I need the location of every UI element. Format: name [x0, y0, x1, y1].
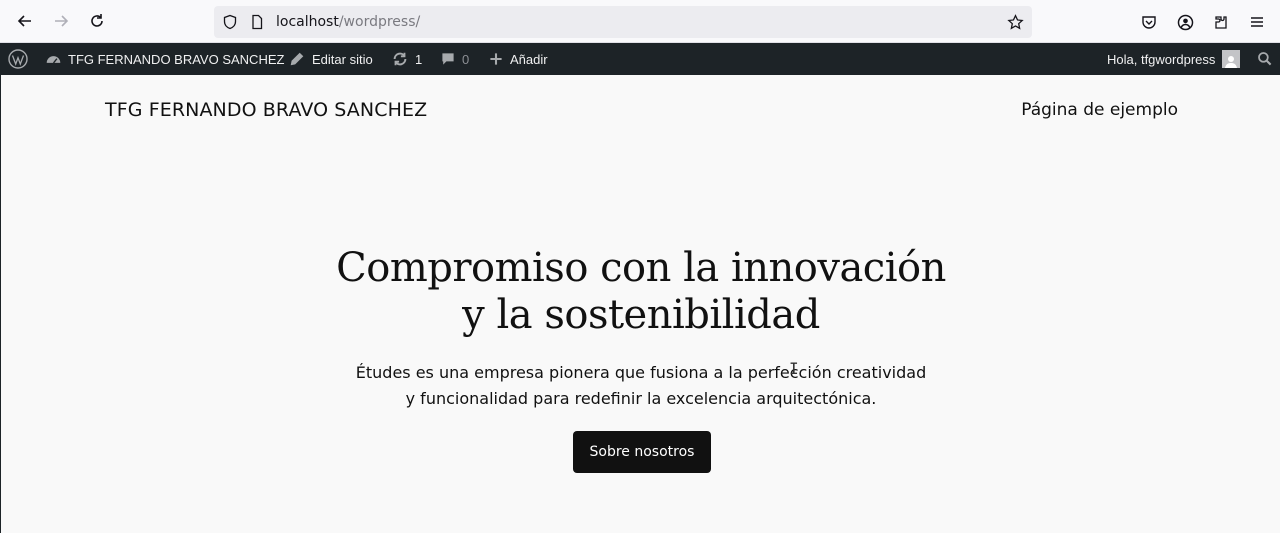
update-refresh-icon	[391, 50, 409, 68]
extensions-icon[interactable]	[1211, 12, 1231, 32]
hamburger-menu-icon[interactable]	[1247, 12, 1267, 32]
hero-heading-line2: y la sostenibilidad	[462, 292, 820, 338]
url-bar[interactable]: localhost/wordpress/	[214, 6, 1032, 38]
add-new-link[interactable]: Añadir	[488, 43, 548, 75]
hero-paragraph-line2: y funcionalidad para redefinir la excele…	[405, 389, 877, 408]
hero-paragraph: Études es una empresa pionera que fusion…	[1, 360, 1280, 412]
plus-icon	[488, 51, 504, 67]
updates-count: 1	[415, 51, 423, 67]
nav-item-sample-page[interactable]: Página de ejemplo	[1021, 100, 1178, 120]
brush-icon	[288, 50, 306, 68]
hero-heading: Compromiso con la innovación y la sosten…	[1, 245, 1280, 339]
site-title[interactable]: TFG FERNANDO BRAVO SANCHEZ	[105, 99, 427, 121]
avatar[interactable]	[1222, 50, 1241, 68]
wordpress-logo-icon[interactable]	[8, 43, 28, 75]
account-greeting[interactable]: Hola, tfgwordpress	[1107, 43, 1241, 75]
hero-heading-line1: Compromiso con la innovación	[336, 245, 946, 291]
admin-bar-site-label[interactable]: TFG FERNANDO BRAVO SANCHEZ	[68, 52, 284, 67]
comment-bubble-icon	[440, 51, 456, 67]
bookmark-star-icon[interactable]	[1007, 14, 1024, 30]
pocket-icon[interactable]	[1139, 12, 1159, 32]
back-arrow-icon[interactable]	[11, 7, 39, 35]
admin-bar-site-name[interactable]: TFG FERNANDO BRAVO SANCHEZ	[45, 43, 284, 75]
browser-toolbar: localhost/wordpress/	[0, 0, 1280, 43]
edit-site-label[interactable]: Editar sitio	[312, 52, 373, 67]
about-us-button[interactable]: Sobre nosotros	[573, 431, 711, 473]
edit-site-link[interactable]: Editar sitio	[288, 43, 373, 75]
url-text[interactable]: localhost/wordpress/	[276, 14, 420, 30]
page-info-icon[interactable]	[249, 14, 265, 30]
tracking-protection-icon[interactable]	[222, 14, 238, 30]
text-cursor-icon: I	[789, 359, 799, 378]
forward-arrow-icon[interactable]	[47, 7, 75, 35]
dashboard-gauge-icon	[45, 51, 62, 68]
wp-admin-bar: TFG FERNANDO BRAVO SANCHEZ Editar sitio …	[0, 43, 1280, 75]
comments-link[interactable]: 0	[440, 43, 469, 75]
search-icon[interactable]	[1257, 43, 1273, 75]
hero-paragraph-line1: Études es una empresa pionera que fusion…	[355, 363, 927, 382]
add-new-label[interactable]: Añadir	[510, 52, 548, 67]
reload-icon[interactable]	[83, 7, 111, 35]
site-page: TFG FERNANDO BRAVO SANCHEZ Página de eje…	[0, 75, 1280, 533]
account-icon[interactable]	[1175, 12, 1195, 32]
greeting-label[interactable]: Hola, tfgwordpress	[1107, 52, 1215, 67]
updates-link[interactable]: 1	[391, 43, 422, 75]
comments-count: 0	[462, 51, 470, 67]
